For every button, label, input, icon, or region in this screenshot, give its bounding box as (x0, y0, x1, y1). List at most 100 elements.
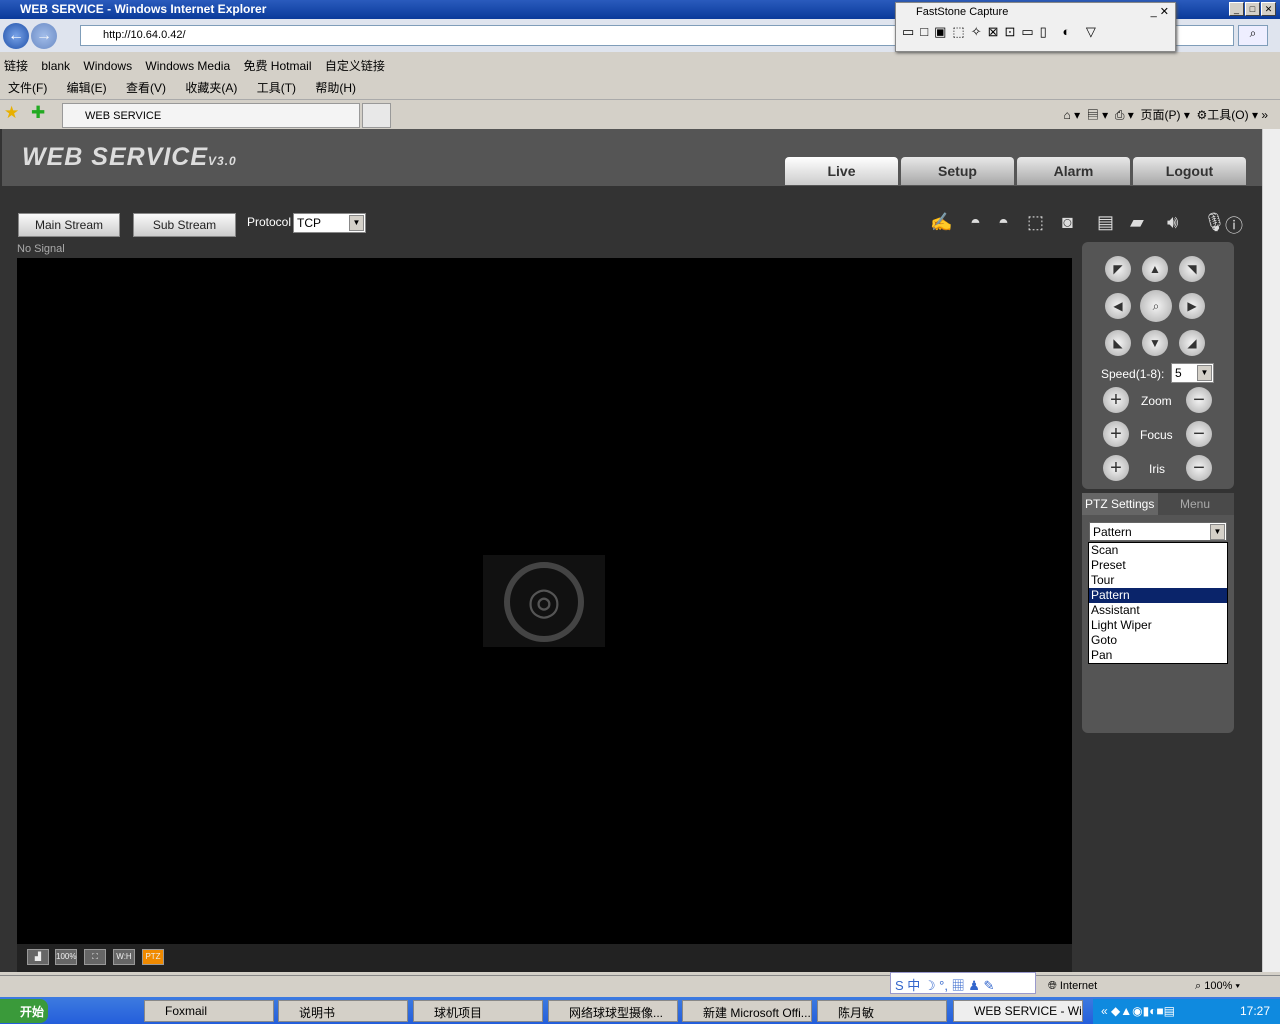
fullscreen-icon[interactable]: ⛶ (84, 949, 106, 965)
add-favorite-icon[interactable]: ✚ (31, 103, 45, 123)
menu-favorites[interactable]: 收藏夹(A) (185, 81, 237, 95)
zoom-level[interactable]: ⌕ 100% ▾ (1195, 980, 1240, 993)
option-light-wiper[interactable]: Light Wiper (1089, 618, 1227, 633)
page-menu[interactable]: 页面(P) (1141, 108, 1181, 122)
favorites-star-icon[interactable]: ★ (4, 103, 19, 123)
pan-left-icon[interactable]: ◀ (1105, 293, 1131, 319)
pan-up-right-icon[interactable]: ◥ (1179, 256, 1205, 282)
option-assistant[interactable]: Assistant (1089, 603, 1227, 618)
search-icon[interactable]: ⌕ (1238, 25, 1268, 46)
no-signal-label: No Signal (17, 243, 65, 255)
tab-menu[interactable]: Menu (1158, 493, 1234, 515)
aspect-ratio-button[interactable]: W:H (113, 949, 135, 965)
zone-label: 🌐︎ Internet (1048, 980, 1098, 992)
zoom-label: Zoom (1141, 394, 1172, 408)
help-icon[interactable]: ⓘ (1225, 212, 1243, 238)
pan-up-icon[interactable]: ▲ (1142, 256, 1168, 282)
option-goto[interactable]: Goto (1089, 633, 1227, 648)
vertical-scrollbar[interactable] (1262, 129, 1280, 972)
protocol-select[interactable]: TCP ▼ (293, 213, 366, 233)
focus-in-icon[interactable]: + (1103, 421, 1129, 447)
taskbar-chat[interactable]: 陈月敏 (817, 1000, 947, 1022)
faststone-close[interactable]: _ ✕ (1151, 5, 1169, 18)
close-button[interactable]: ✕ (1261, 2, 1276, 16)
ptz-function-list: Scan Preset Tour Pattern Assistant Light… (1088, 542, 1228, 664)
minimize-button[interactable]: _ (1229, 2, 1244, 16)
link-hotmail[interactable]: 免费 Hotmail (243, 59, 311, 73)
speaker-icon[interactable]: 🔊︎ (1167, 212, 1178, 233)
alarm-light-icon-2[interactable]: ◓ (998, 212, 1009, 233)
taskbar-office[interactable]: 新建 Microsoft Offi... (682, 1000, 812, 1022)
ime-toolbar[interactable]: S 中 ☽ °, ▦ ♟ ✎ (890, 972, 1036, 994)
pan-down-right-icon[interactable]: ◢ (1179, 330, 1205, 356)
camera-icon: ◎ (504, 562, 584, 642)
focus-out-icon[interactable]: − (1186, 421, 1212, 447)
zoom-in-icon[interactable]: + (1103, 387, 1129, 413)
faststone-toolbar-icons[interactable]: ▭□▣⬚✧⊠⊡▭▯ ◐ ▽ (896, 18, 1175, 40)
taskbar-doc[interactable]: 网络球球型摄像... (548, 1000, 678, 1022)
main-stream-button[interactable]: Main Stream (18, 213, 120, 237)
menu-help[interactable]: 帮助(H) (315, 81, 356, 95)
status-bar: S 中 ☽ °, ▦ ♟ ✎ 🌐︎ Internet ⌕ 100% ▾ (0, 972, 1280, 997)
option-scan[interactable]: Scan (1089, 543, 1227, 558)
link-blank[interactable]: blank (41, 59, 70, 73)
link-windows[interactable]: Windows (83, 59, 132, 73)
option-tour[interactable]: Tour (1089, 573, 1227, 588)
menu-file[interactable]: 文件(F) (8, 81, 47, 95)
pan-down-left-icon[interactable]: ◣ (1105, 330, 1131, 356)
clear-icon[interactable]: ▟ (27, 949, 49, 965)
menu-tools[interactable]: 工具(T) (257, 81, 296, 95)
tab-logout[interactable]: Logout (1133, 157, 1246, 185)
clock: 17:27 (1239, 1004, 1270, 1018)
option-pattern[interactable]: Pattern (1089, 588, 1227, 603)
maximize-button[interactable]: □ (1245, 2, 1260, 16)
tab-live[interactable]: Live (785, 157, 898, 185)
pan-down-icon[interactable]: ▼ (1142, 330, 1168, 356)
forward-icon[interactable]: → (31, 23, 57, 49)
pan-up-left-icon[interactable]: ◤ (1105, 256, 1131, 282)
pan-right-icon[interactable]: ▶ (1179, 293, 1205, 319)
link-custom[interactable]: 自定义链接 (325, 59, 385, 73)
iris-close-icon[interactable]: − (1186, 455, 1212, 481)
alarm-light-icon[interactable]: ◓ (970, 212, 981, 233)
new-tab-button[interactable] (362, 103, 391, 128)
digital-zoom-icon[interactable]: ⬚ (1027, 212, 1044, 233)
browser-tab[interactable]: WEB SERVICE (62, 103, 360, 128)
scale-100-button[interactable]: 100% (55, 949, 77, 965)
microphone-icon[interactable]: 🎙︎ (1203, 212, 1226, 233)
taskbar-manual[interactable]: 说明书 (278, 1000, 408, 1022)
zoom-area-icon[interactable]: ⌕ (1140, 290, 1172, 322)
record-icon[interactable]: ▰ (1130, 212, 1144, 233)
print-icon[interactable]: ⎙ ▾ (1115, 108, 1134, 122)
draw-icon[interactable]: ✍ (930, 212, 952, 233)
iris-open-icon[interactable]: + (1103, 455, 1129, 481)
sub-stream-button[interactable]: Sub Stream (133, 213, 236, 237)
menu-view[interactable]: 查看(V) (126, 81, 166, 95)
link-windows-media[interactable]: Windows Media (145, 59, 230, 73)
faststone-title: FastStone Capture (916, 6, 1009, 18)
start-button[interactable]: 开始 (0, 999, 48, 1023)
zoom-out-icon[interactable]: − (1186, 387, 1212, 413)
feeds-icon[interactable]: ▤ ▾ (1087, 108, 1108, 122)
taskbar-foxmail[interactable]: Foxmail (144, 1000, 274, 1022)
taskbar-ie[interactable]: WEB SERVICE - Wi... (953, 1000, 1083, 1022)
speed-label: Speed(1-8): (1101, 367, 1165, 381)
speed-select[interactable]: 5 ▼ (1171, 363, 1214, 383)
snapshot-icon[interactable]: ◙ (1062, 212, 1073, 233)
taskbar-project[interactable]: 球机项目 (413, 1000, 543, 1022)
ptz-function-select[interactable]: Pattern ▼ (1089, 522, 1227, 541)
option-pan[interactable]: Pan (1089, 648, 1227, 663)
tools-menu[interactable]: 工具(O) (1207, 108, 1248, 122)
menu-edit[interactable]: 编辑(E) (67, 81, 107, 95)
links-bar: 链接 blank Windows Windows Media 免费 Hotmai… (0, 54, 1280, 76)
ptz-button[interactable]: PTZ (142, 949, 164, 965)
tab-setup[interactable]: Setup (901, 157, 1014, 185)
tab-alarm[interactable]: Alarm (1017, 157, 1130, 185)
image-icon[interactable]: ▤ (1097, 212, 1114, 233)
tab-ptz-settings[interactable]: PTZ Settings (1082, 493, 1158, 515)
option-preset[interactable]: Preset (1089, 558, 1227, 573)
home-icon[interactable]: ⌂ ▾ (1064, 108, 1081, 122)
back-icon[interactable]: ← (3, 23, 29, 49)
command-bar: ⌂ ▾ ▤ ▾ ⎙ ▾ 页面(P) ▾ ⚙工具(O) ▾ » (1063, 108, 1268, 122)
video-toolbar (17, 944, 1072, 972)
